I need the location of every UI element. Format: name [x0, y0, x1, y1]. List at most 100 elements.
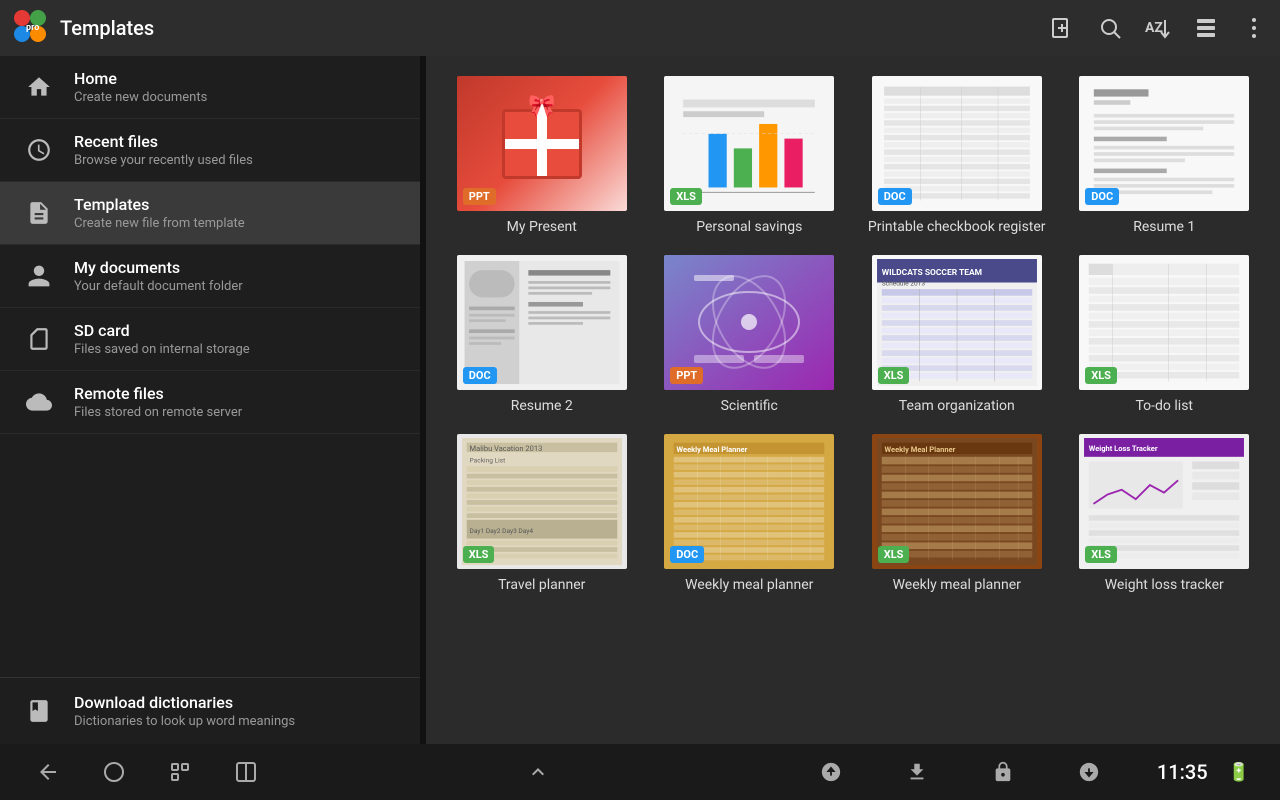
thumb-travel: Malibu Vacation 2013 Packing List Day1 D…	[457, 434, 627, 569]
chevron-up-icon[interactable]	[520, 754, 556, 790]
lock-icon	[985, 754, 1021, 790]
badge-xls-todo: XLS	[1085, 367, 1117, 384]
settings-icon[interactable]	[1192, 14, 1220, 42]
svg-text:Packing List: Packing List	[469, 456, 505, 464]
content-area: 🎀 PPT My Present	[426, 56, 1280, 744]
svg-text:Weight Loss Tracker: Weight Loss Tracker	[1089, 444, 1158, 453]
svg-text:Weekly Meal Planner: Weekly Meal Planner	[677, 445, 748, 454]
thumb-personal-savings: XLS	[664, 76, 834, 211]
thumb-scientific: PPT	[664, 255, 834, 390]
home-title: Home	[74, 69, 207, 88]
thumb-my-present: 🎀 PPT	[457, 76, 627, 211]
templates-title: Templates	[74, 195, 245, 214]
template-name-meal-doc: Weekly meal planner	[685, 577, 813, 593]
bottombar: 11:35 🔋	[0, 744, 1280, 800]
page-title: Templates	[60, 16, 1048, 40]
person-icon	[20, 257, 58, 295]
badge-xls-weight: XLS	[1085, 546, 1117, 563]
status-bar: 11:35 🔋	[813, 754, 1250, 790]
down-icon	[1071, 754, 1107, 790]
sort-az-icon[interactable]: AZ	[1144, 14, 1172, 42]
sdcard-title: SD card	[74, 321, 250, 340]
template-personal-savings[interactable]: XLS Personal savings	[654, 76, 846, 235]
documents-subtitle: Your default document folder	[74, 279, 243, 294]
clock-icon	[20, 131, 58, 169]
templates-grid: 🎀 PPT My Present	[446, 76, 1260, 593]
svg-text:Weekly Meal Planner: Weekly Meal Planner	[884, 445, 955, 454]
sdcard-icon	[20, 320, 58, 358]
badge-doc-resume1: DOC	[1085, 188, 1119, 205]
thumb-team: WILDCATS SOCCER TEAM Schedule 2013	[872, 255, 1042, 390]
template-name-todo: To-do list	[1136, 398, 1194, 414]
badge-xls-travel: XLS	[463, 546, 495, 563]
badge-ppt: PPT	[463, 188, 496, 205]
badge-doc-resume2: DOC	[463, 367, 497, 384]
new-file-icon[interactable]	[1048, 14, 1076, 42]
template-resume2[interactable]: DOC Resume 2	[446, 255, 638, 414]
topbar: pro Templates AZ	[0, 0, 1280, 56]
svg-text:AZ: AZ	[1145, 20, 1163, 36]
template-icon	[20, 194, 58, 232]
sidebar-item-dictionaries[interactable]: Download dictionaries Dictionaries to lo…	[0, 677, 420, 744]
dict-subtitle: Dictionaries to look up word meanings	[74, 714, 295, 729]
template-todo[interactable]: XLS To-do list	[1069, 255, 1261, 414]
svg-text:pro: pro	[26, 23, 39, 33]
main-area: Home Create new documents Recent files B…	[0, 56, 1280, 744]
thumb-checkbook: DOC	[872, 76, 1042, 211]
search-icon[interactable]	[1096, 14, 1124, 42]
sidebar-item-remote[interactable]: Remote files Files stored on remote serv…	[0, 371, 420, 434]
template-name-scientific: Scientific	[721, 398, 778, 414]
recent-title: Recent files	[74, 132, 253, 151]
template-name-resume2: Resume 2	[511, 398, 573, 414]
recycle-icon	[813, 754, 849, 790]
template-checkbook[interactable]: DOC Printable checkbook register	[861, 76, 1053, 235]
templates-subtitle: Create new file from template	[74, 216, 245, 231]
app-logo: pro	[12, 8, 60, 48]
template-name-my-present: My Present	[507, 219, 577, 235]
thumb-weight: Weight Loss Tracker XLS	[1079, 434, 1249, 569]
sidebar-item-documents[interactable]: My documents Your default document folde…	[0, 245, 420, 308]
template-name-checkbook: Printable checkbook register	[868, 219, 1046, 235]
home-button[interactable]	[96, 754, 132, 790]
remote-title: Remote files	[74, 384, 242, 403]
dict-title: Download dictionaries	[74, 693, 295, 712]
template-scientific[interactable]: PPT Scientific	[654, 255, 846, 414]
present-box: 🎀	[502, 109, 582, 179]
sidebar-item-home[interactable]: Home Create new documents	[0, 56, 420, 119]
svg-text:WILDCATS SOCCER TEAM: WILDCATS SOCCER TEAM	[881, 268, 981, 278]
thumb-meal-doc: Weekly Meal Planner	[664, 434, 834, 569]
template-name-team: Team organization	[899, 398, 1015, 414]
sidebar-item-recent[interactable]: Recent files Browse your recently used f…	[0, 119, 420, 182]
template-resume1[interactable]: DOC Resume 1	[1069, 76, 1261, 235]
template-weight[interactable]: Weight Loss Tracker XLS	[1069, 434, 1261, 593]
svg-text:Malibu Vacation 2013: Malibu Vacation 2013	[469, 444, 542, 453]
recent-subtitle: Browse your recently used files	[74, 153, 253, 168]
template-travel[interactable]: Malibu Vacation 2013 Packing List Day1 D…	[446, 434, 638, 593]
template-name-weight: Weight loss tracker	[1105, 577, 1224, 593]
topbar-actions: AZ	[1048, 14, 1268, 42]
more-vert-icon[interactable]	[1240, 14, 1268, 42]
split-button[interactable]	[228, 754, 264, 790]
badge-doc-checkbook: DOC	[878, 188, 912, 205]
template-team-org[interactable]: WILDCATS SOCCER TEAM Schedule 2013	[861, 255, 1053, 414]
badge-xls-meal: XLS	[878, 546, 910, 563]
back-button[interactable]	[30, 754, 66, 790]
sidebar-item-sdcard[interactable]: SD card Files saved on internal storage	[0, 308, 420, 371]
thumb-resume1: DOC	[1079, 76, 1249, 211]
badge-xls-savings: XLS	[670, 188, 702, 205]
recent-apps-button[interactable]	[162, 754, 198, 790]
template-name-resume1: Resume 1	[1133, 219, 1195, 235]
sidebar: Home Create new documents Recent files B…	[0, 56, 420, 744]
thumb-resume2: DOC	[457, 255, 627, 390]
thumb-todo: XLS	[1079, 255, 1249, 390]
badge-xls-team: XLS	[878, 367, 910, 384]
template-name-meal-xls: Weekly meal planner	[893, 577, 1021, 593]
template-meal-xls[interactable]: Weekly Meal Planner	[861, 434, 1053, 593]
thumb-meal-xls: Weekly Meal Planner	[872, 434, 1042, 569]
download-icon	[899, 754, 935, 790]
book-icon	[20, 692, 58, 730]
svg-text:Schedule 2013: Schedule 2013	[881, 279, 925, 287]
sidebar-item-templates[interactable]: Templates Create new file from template	[0, 182, 420, 245]
template-my-present[interactable]: 🎀 PPT My Present	[446, 76, 638, 235]
template-meal-doc[interactable]: Weekly Meal Planner	[654, 434, 846, 593]
